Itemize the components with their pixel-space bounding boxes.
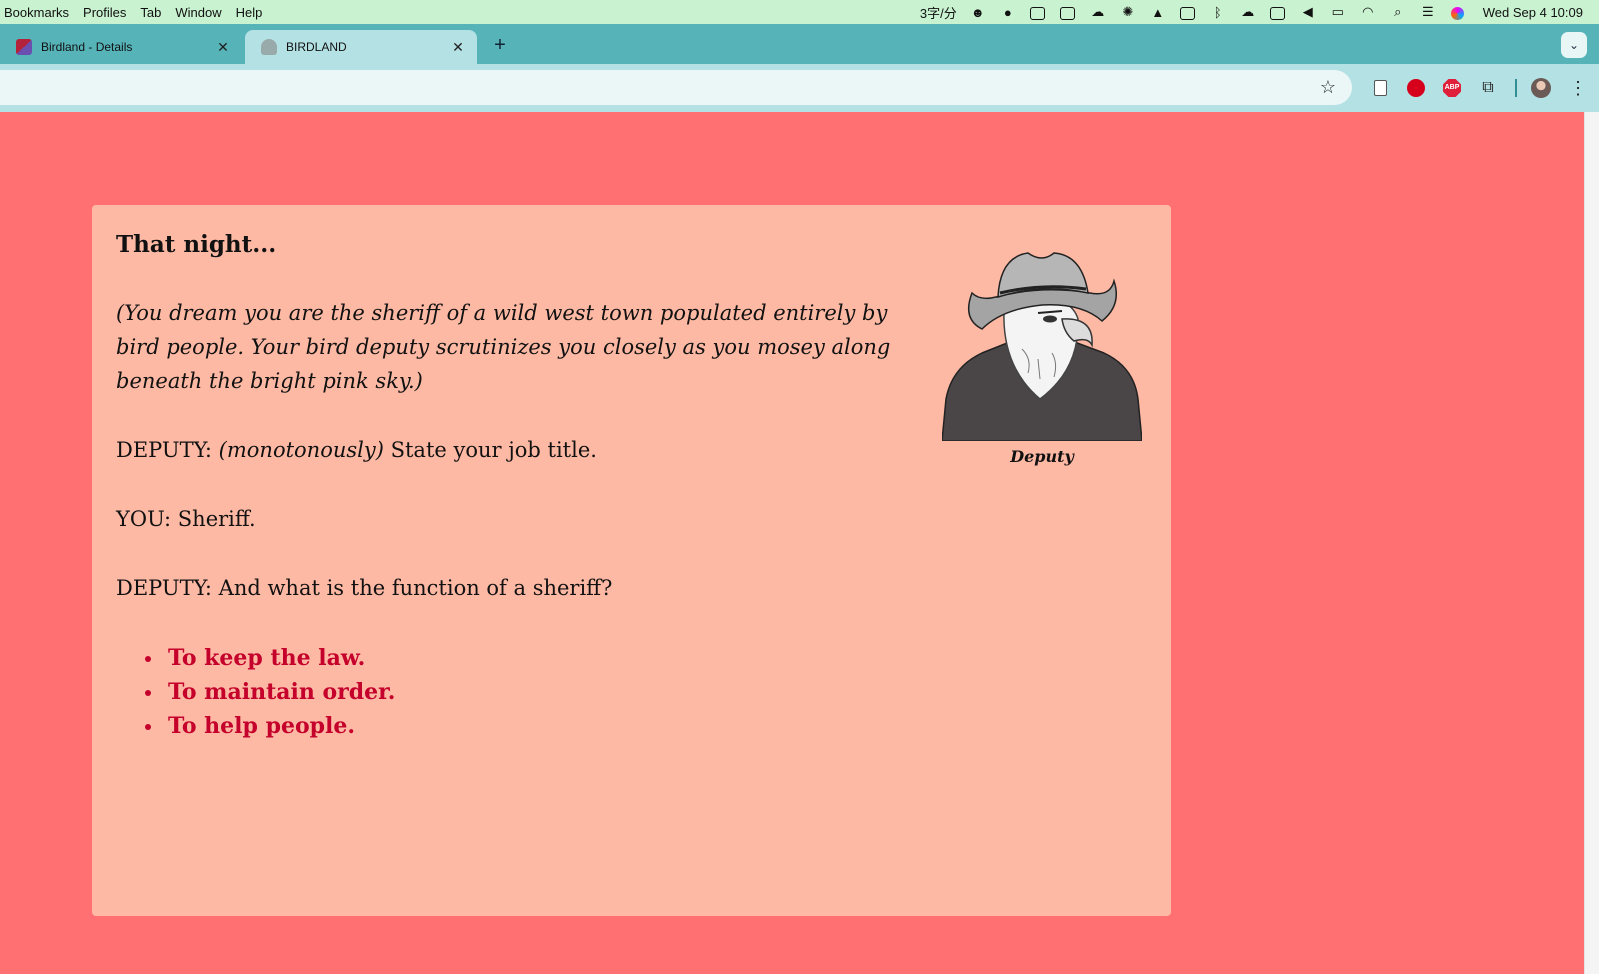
red-extension-icon[interactable]	[1405, 77, 1427, 99]
battery-icon[interactable]: ▭	[1323, 4, 1353, 20]
s-app-icon[interactable]	[1173, 4, 1203, 20]
chinese-input-icon[interactable]	[1023, 4, 1053, 20]
bird-portrait-icon	[261, 39, 277, 55]
choice-help-people[interactable]: To help people.	[164, 709, 395, 743]
tab-birdland-details[interactable]: Birdland - Details ✕	[0, 30, 242, 64]
story-card: That night... (You dream you are the she…	[92, 205, 1171, 916]
wifi-icon[interactable]: ◠	[1353, 4, 1383, 20]
birdland-flag-icon	[16, 39, 32, 55]
reader-mode-icon[interactable]	[1369, 77, 1391, 99]
calendar-app-icon[interactable]	[1053, 4, 1083, 20]
menu-tab[interactable]: Tab	[135, 5, 170, 20]
toolbar-divider	[1515, 79, 1517, 97]
s-sync-icon[interactable]	[1263, 4, 1293, 20]
extensions-puzzle-icon[interactable]: ⧉	[1477, 77, 1499, 99]
answer-choices: To keep the law. To maintain order. To h…	[164, 641, 395, 743]
menu-profiles[interactable]: Profiles	[78, 5, 135, 20]
microphone-icon[interactable]: ●	[993, 5, 1023, 20]
choice-keep-law[interactable]: To keep the law.	[164, 641, 395, 675]
drive-icon[interactable]: ▲	[1143, 5, 1173, 20]
cloud-icon[interactable]: ☁	[1233, 4, 1263, 20]
more-menu-icon[interactable]: ⋮	[1567, 77, 1589, 99]
browser-toolbar: ☆ ABP ⧉ ⋮	[0, 64, 1599, 112]
menu-bookmarks[interactable]: Bookmarks	[0, 5, 78, 20]
menu-help[interactable]: Help	[231, 5, 272, 20]
dialogue-you: YOU: Sheriff.	[116, 507, 256, 531]
volume-icon[interactable]: ◀	[1293, 4, 1323, 20]
openai-icon[interactable]: ✺	[1113, 4, 1143, 20]
spotlight-search-icon[interactable]: ⌕	[1383, 4, 1413, 20]
wechat-icon[interactable]: ☁	[1083, 4, 1113, 20]
dialogue-text: State your job title.	[390, 438, 597, 462]
browser-tab-strip: Birdland - Details ✕ BIRDLAND ✕ + ⌄	[0, 24, 1599, 64]
tab-search-chevron-icon[interactable]: ⌄	[1561, 32, 1587, 58]
adblock-plus-icon[interactable]: ABP	[1441, 77, 1463, 99]
deputy-figure: Deputy	[942, 249, 1142, 466]
tab-title: BIRDLAND	[286, 40, 347, 54]
dialogue-deputy-2: DEPUTY: And what is the function of a sh…	[116, 576, 613, 600]
new-tab-button[interactable]: +	[488, 34, 512, 58]
dialogue-deputy-1: DEPUTY: (monotonously) State your job ti…	[116, 433, 906, 467]
figure-caption: Deputy	[1010, 447, 1074, 466]
siri-icon[interactable]	[1443, 4, 1473, 20]
control-center-icon[interactable]: ☰	[1413, 4, 1443, 20]
close-tab-icon[interactable]: ✕	[210, 39, 236, 56]
tab-title: Birdland - Details	[41, 40, 133, 54]
bluetooth-icon[interactable]: ᛒ	[1203, 5, 1233, 20]
menu-window[interactable]: Window	[170, 5, 230, 20]
tab-birdland[interactable]: BIRDLAND ✕	[245, 30, 477, 64]
page-scrollbar[interactable]	[1584, 112, 1599, 974]
speaker-label: DEPUTY:	[116, 438, 212, 462]
close-tab-icon[interactable]: ✕	[445, 39, 471, 56]
profile-avatar[interactable]	[1530, 77, 1552, 99]
choice-maintain-order[interactable]: To maintain order.	[164, 675, 395, 709]
address-bar[interactable]: ☆	[0, 70, 1352, 105]
emoji-icon[interactable]: ☻	[963, 5, 993, 20]
deputy-eagle-portrait	[942, 249, 1142, 441]
input-rate-indicator[interactable]: 3字/分	[914, 3, 963, 22]
scene-description: (You dream you are the sheriff of a wild…	[116, 301, 891, 393]
macos-menu-bar: Bookmarks Profiles Tab Window Help 3字/分 …	[0, 0, 1599, 24]
bookmark-star-icon[interactable]: ☆	[1320, 77, 1336, 98]
menubar-clock[interactable]: Wed Sep 4 10:09	[1473, 5, 1599, 20]
scene-heading: That night...	[116, 231, 277, 258]
stage-direction: (monotonously)	[218, 438, 384, 462]
